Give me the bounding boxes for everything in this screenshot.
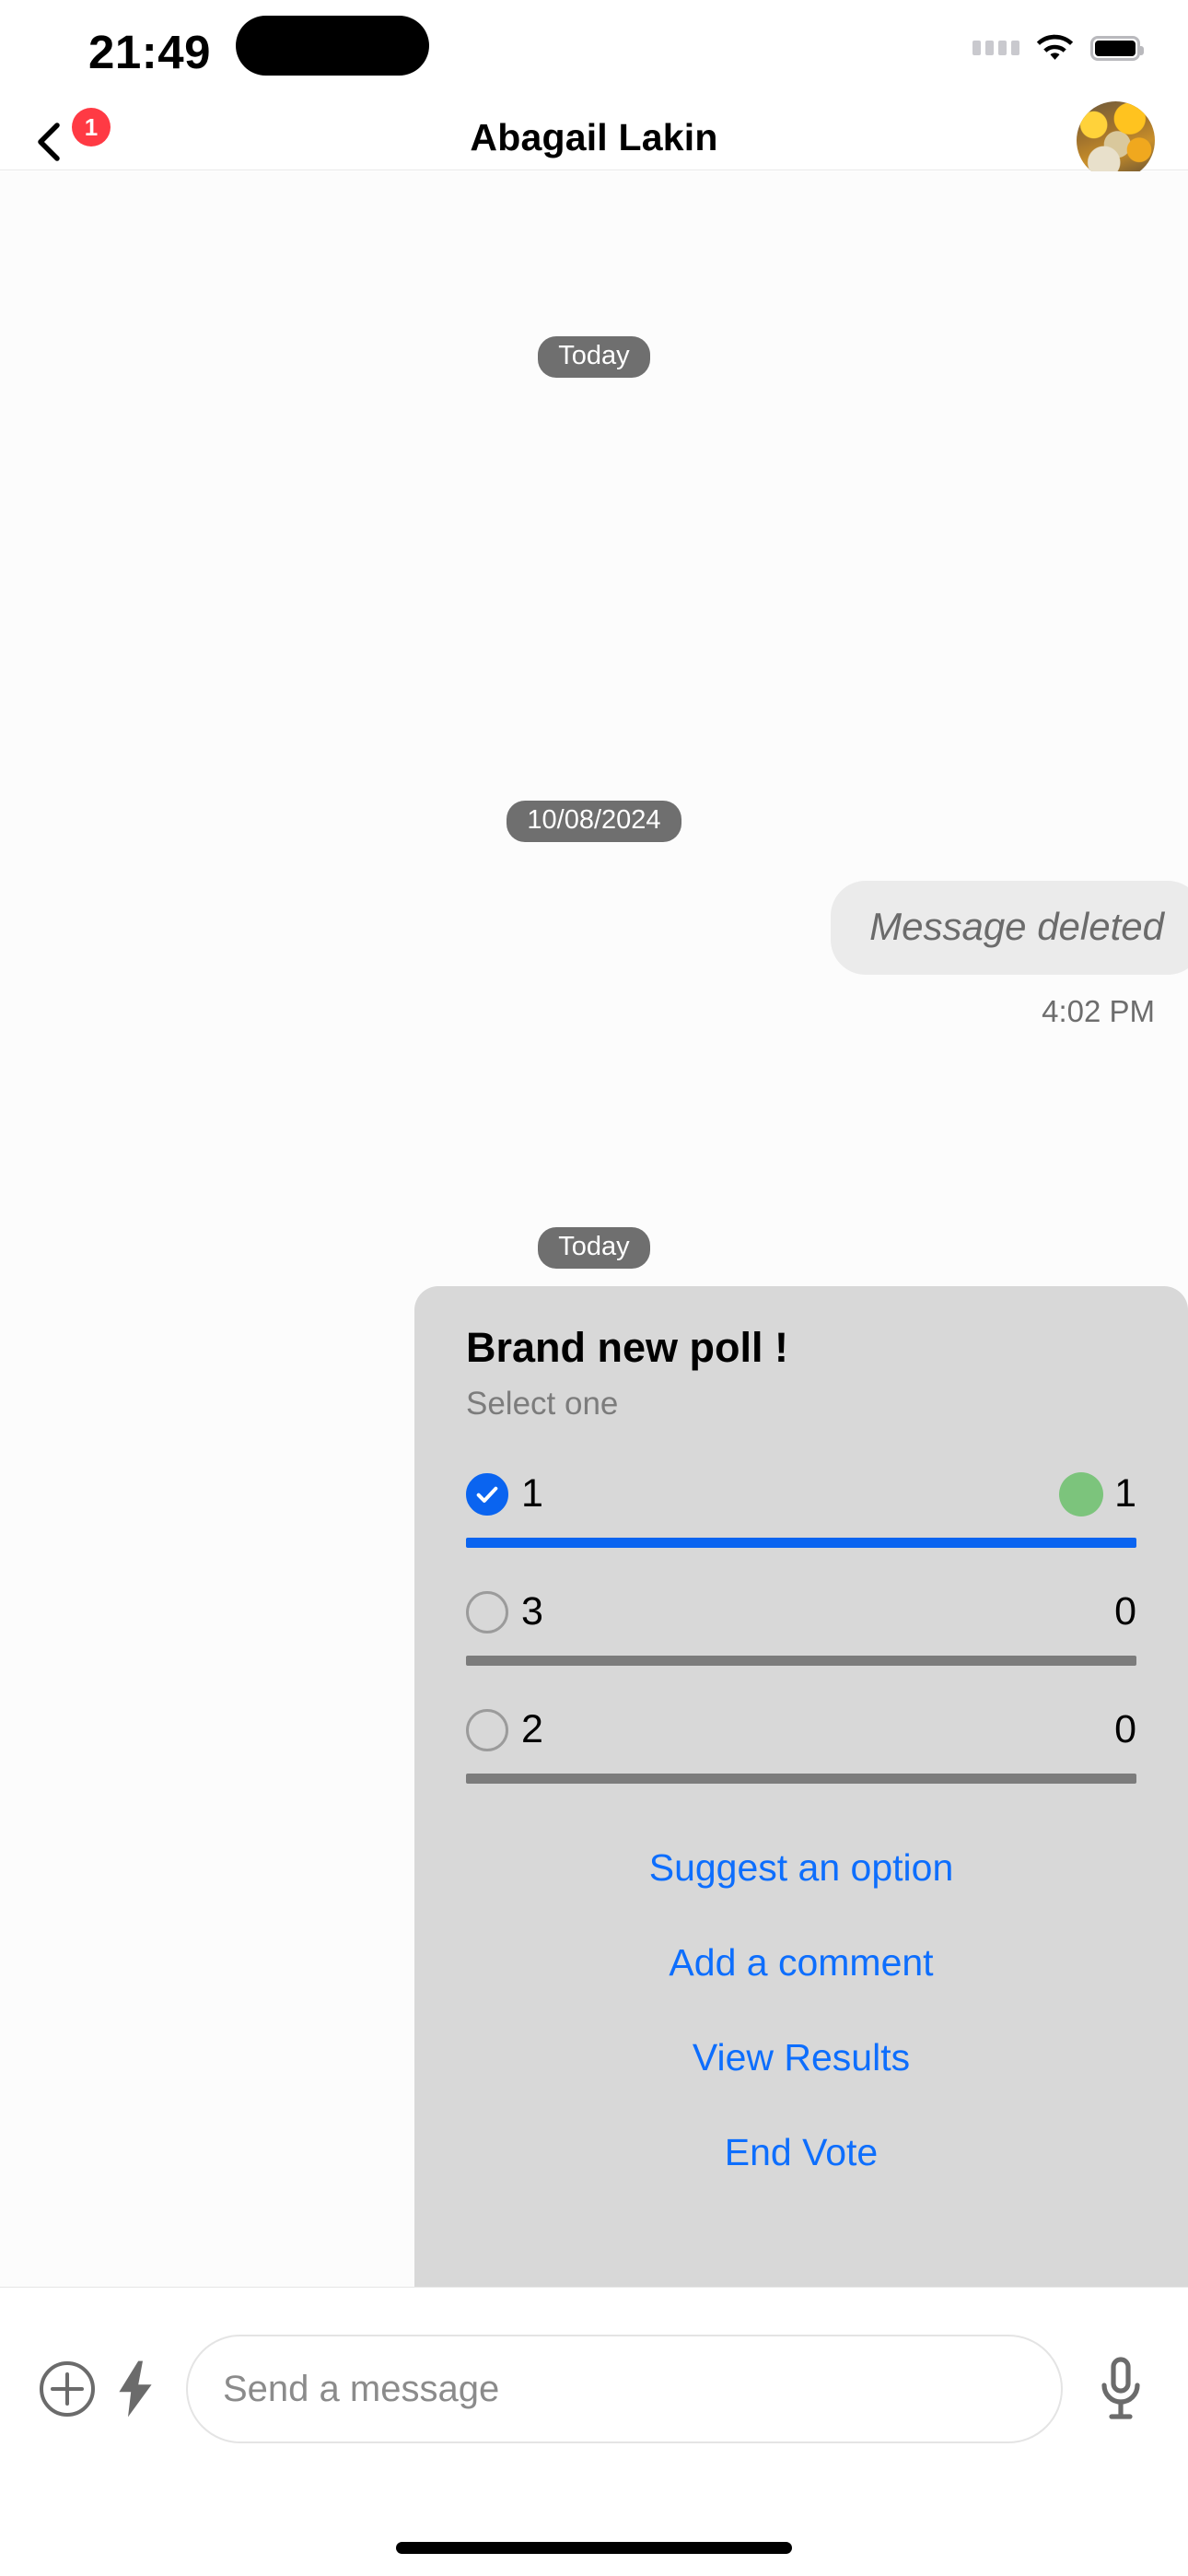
end-vote-button[interactable]: End Vote: [466, 2105, 1136, 2200]
chat-header: 1 Abagail Lakin: [0, 101, 1188, 180]
plus-circle-icon: [40, 2361, 95, 2417]
contact-avatar[interactable]: [1077, 101, 1155, 180]
message-thread[interactable]: Today 10/08/2024 Message deleted 4:02 PM…: [0, 171, 1188, 2287]
page-title: Abagail Lakin: [470, 116, 718, 158]
poll-option-count: 1: [1114, 1471, 1136, 1516]
date-chip-label: Today: [538, 336, 650, 378]
poll-option[interactable]: 3 0: [466, 1585, 1136, 1666]
poll-title: Brand new poll !: [466, 1324, 789, 1371]
poll-option[interactable]: 1 1: [466, 1467, 1136, 1548]
status-bar: 21:49: [0, 0, 1188, 101]
deleted-message-timestamp: 4:02 PM: [1042, 994, 1155, 1028]
voice-record-button[interactable]: [1087, 2355, 1155, 2423]
radio-unselected-icon[interactable]: [466, 1708, 508, 1751]
message-composer: Send a message: [0, 2287, 1188, 2576]
status-icons: [973, 28, 1144, 68]
home-indicator: [396, 2542, 792, 2554]
add-a-comment-button[interactable]: Add a comment: [466, 1915, 1136, 2010]
radio-selected-icon[interactable]: [466, 1472, 508, 1516]
poll-option-label: 3: [521, 1589, 543, 1633]
wifi-icon: [1035, 34, 1075, 63]
poll-option-count: 0: [1114, 1707, 1136, 1751]
poll-subtitle: Select one: [466, 1385, 619, 1422]
message-bubble-deleted[interactable]: Message deleted: [831, 881, 1188, 975]
suggest-an-option-button[interactable]: Suggest an option: [466, 1821, 1136, 1915]
date-chip-label: 10/08/2024: [507, 801, 681, 842]
poll-option-label: 2: [521, 1707, 543, 1751]
voter-avatar[interactable]: [1059, 1471, 1103, 1516]
date-separator-today-bottom: Today: [0, 1227, 1188, 1269]
avatar-image: [1077, 101, 1155, 180]
date-separator-today-top: Today: [0, 336, 1188, 378]
message-input-placeholder: Send a message: [223, 2368, 500, 2409]
date-separator-date: 10/08/2024: [0, 801, 1188, 842]
radio-unselected-icon[interactable]: [466, 1590, 508, 1633]
add-attachment-button[interactable]: [33, 2355, 101, 2423]
poll-option-bar: [466, 1537, 1136, 1548]
chat-screen: 21:49 1 Abagail Lakin Today 10/08/2024 M…: [0, 0, 1188, 2576]
poll-option-bar: [466, 1773, 1136, 1784]
poll-message-card[interactable]: Brand new poll ! Select one 1 1 3 0 2 0 …: [414, 1286, 1188, 2287]
deleted-message-text: Message deleted: [869, 905, 1164, 948]
poll-option[interactable]: 2 0: [466, 1703, 1136, 1784]
battery-full-icon: [1090, 35, 1144, 61]
view-results-button[interactable]: View Results: [466, 2010, 1136, 2105]
message-input[interactable]: Send a message: [186, 2335, 1063, 2443]
dynamic-island: [236, 16, 429, 76]
poll-actions: Suggest an option Add a comment View Res…: [466, 1821, 1136, 2200]
microphone-icon: [1101, 2357, 1140, 2419]
cellular-dots-icon: [973, 41, 1019, 55]
date-chip-label: Today: [538, 1227, 650, 1269]
quick-action-button[interactable]: [101, 2355, 169, 2423]
lightning-bolt-icon: [119, 2360, 152, 2418]
poll-option-count: 0: [1114, 1589, 1136, 1633]
status-time: 21:49: [88, 26, 211, 78]
poll-options-list: 1 1 3 0 2 0: [466, 1467, 1136, 1784]
poll-option-label: 1: [521, 1471, 543, 1516]
poll-option-bar: [466, 1655, 1136, 1666]
